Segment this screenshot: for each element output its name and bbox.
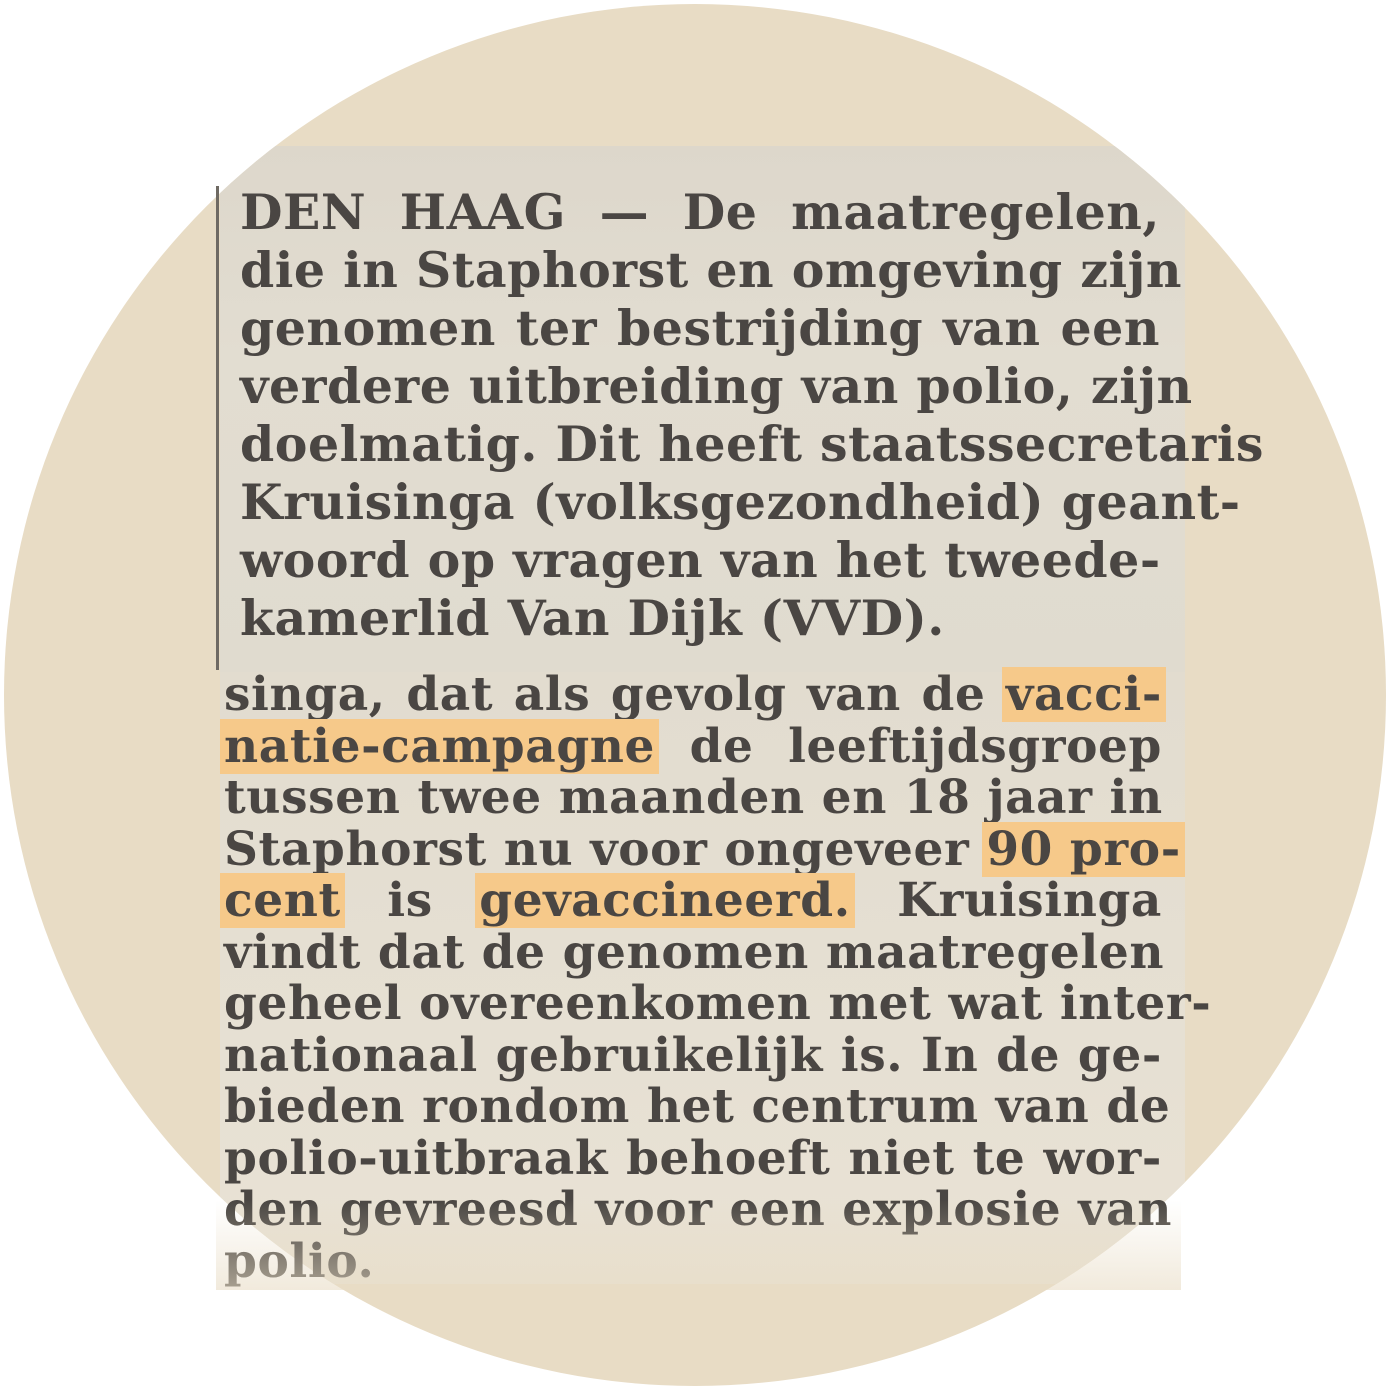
text-segment: is	[340, 873, 480, 928]
article-paragraph-1: DEN HAAG — De maatregelen, die in Stapho…	[240, 183, 1264, 647]
article-paragraph-2: singa, dat als gevolg van de vacci- nati…	[220, 667, 1212, 1289]
text-line: die in Staphorst en omgeving zijn	[240, 241, 1182, 299]
text-line: nationaal gebruikelijk is. In de ge-	[224, 1027, 1162, 1083]
text-line: tussen twee maanden en 18 jaar in	[224, 770, 1163, 825]
highlight-campagne: natie-campagne	[220, 718, 660, 774]
text-line: polio-uitbraak behoeft niet te wor-	[224, 1130, 1162, 1186]
text-line: geheel overeenkomen met wat inter-	[224, 976, 1212, 1031]
highlight-gevaccineerd: gevaccineerd.	[475, 873, 855, 928]
text-segment: de leeftijdsgroep	[655, 718, 1162, 774]
text-line: vindt dat de genomen maatregelen	[224, 924, 1165, 980]
text-line: polio.	[224, 1233, 375, 1289]
highlight-vaccinatie: vacci-	[1002, 667, 1166, 722]
text-line: Staphorst nu voor ongeveer 90 pro-	[224, 821, 1185, 877]
text-line: doelmatig. Dit heeft staatssecretaris	[240, 415, 1264, 473]
text-line: woord op vragen van het tweede-	[240, 531, 1161, 589]
text-line: cent is gevaccineerd. Kruisinga	[220, 873, 1162, 928]
text-line: den gevreesd voor een explosie van	[224, 1182, 1173, 1237]
highlight-cent: cent	[220, 873, 345, 928]
text-line: bieden rondom het centrum van de	[224, 1079, 1171, 1134]
text-segment: Kruisinga	[850, 873, 1162, 928]
text-line: DEN HAAG — De maatregelen,	[240, 183, 1160, 241]
text-line: natie-campagne de leeftijdsgroep	[220, 718, 1162, 774]
text-line: genomen ter bestrijding van een	[240, 299, 1160, 357]
highlight-90-procent: 90 pro-	[982, 821, 1185, 877]
text-segment: Staphorst nu voor ongeveer	[224, 821, 987, 877]
column-rule	[216, 186, 219, 670]
text-line: Kruisinga (volksgezondheid) geant-	[240, 473, 1241, 531]
text-line: verdere uitbreiding van polio, zijn	[240, 357, 1193, 415]
text-segment: singa, dat als gevolg van de	[224, 667, 1007, 722]
text-line: kamerlid Van Dijk (VVD).	[240, 589, 945, 647]
text-line: singa, dat als gevolg van de vacci-	[224, 667, 1166, 722]
